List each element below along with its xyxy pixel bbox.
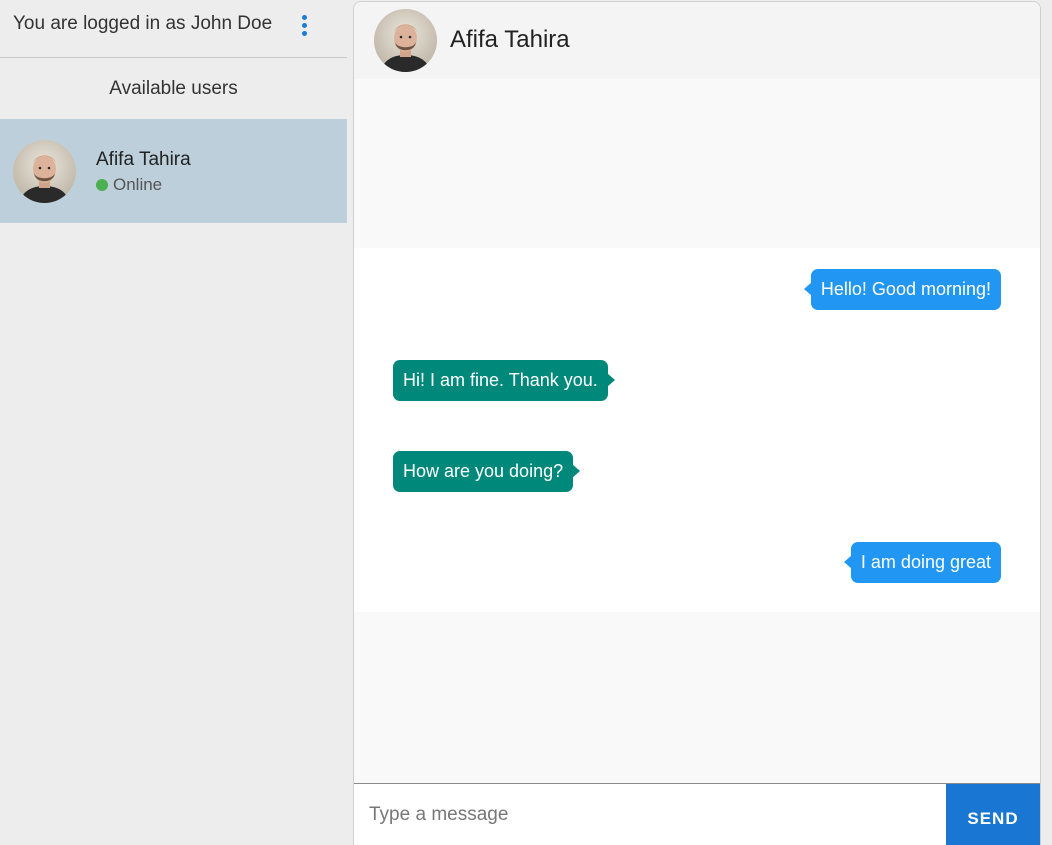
online-status-icon [96,179,108,191]
message-list: Hello! Good morning! Hi! I am fine. Than… [354,248,1040,612]
sidebar: You are logged in as John Doe Available … [0,0,347,845]
chat-panel: Afifa Tahira Hello! Good morning! Hi! I … [353,1,1041,845]
login-bar: You are logged in as John Doe [0,0,347,58]
message-input[interactable] [354,784,946,845]
avatar [13,140,76,203]
avatar [374,9,437,72]
message-bubble-received: Hi! I am fine. Thank you. [393,360,615,401]
logged-in-text: You are logged in as John Doe [13,13,273,34]
available-users-heading: Available users [109,78,238,99]
user-list-item-afifa-tahira[interactable]: Afifa Tahira Online [0,119,347,223]
message-bubble-sent: I am doing great [843,542,1001,583]
chat-header: Afifa Tahira [354,2,1040,79]
menu-dot [302,23,307,28]
menu-dot [302,31,307,36]
message-bubble-received: How are you doing? [393,451,581,492]
chat-contact-name: Afifa Tahira [450,26,570,53]
user-status-label: Online [113,175,163,194]
chat-app: You are logged in as John Doe Available … [0,0,1052,845]
more-vert-icon[interactable] [297,14,313,38]
send-button[interactable]: SEND [946,784,1040,845]
menu-dot [302,15,307,20]
message-composer: SEND [354,783,1040,845]
user-status: Online [96,175,162,195]
user-name: Afifa Tahira [96,149,191,170]
message-bubble-sent: Hello! Good morning! [803,269,1001,310]
